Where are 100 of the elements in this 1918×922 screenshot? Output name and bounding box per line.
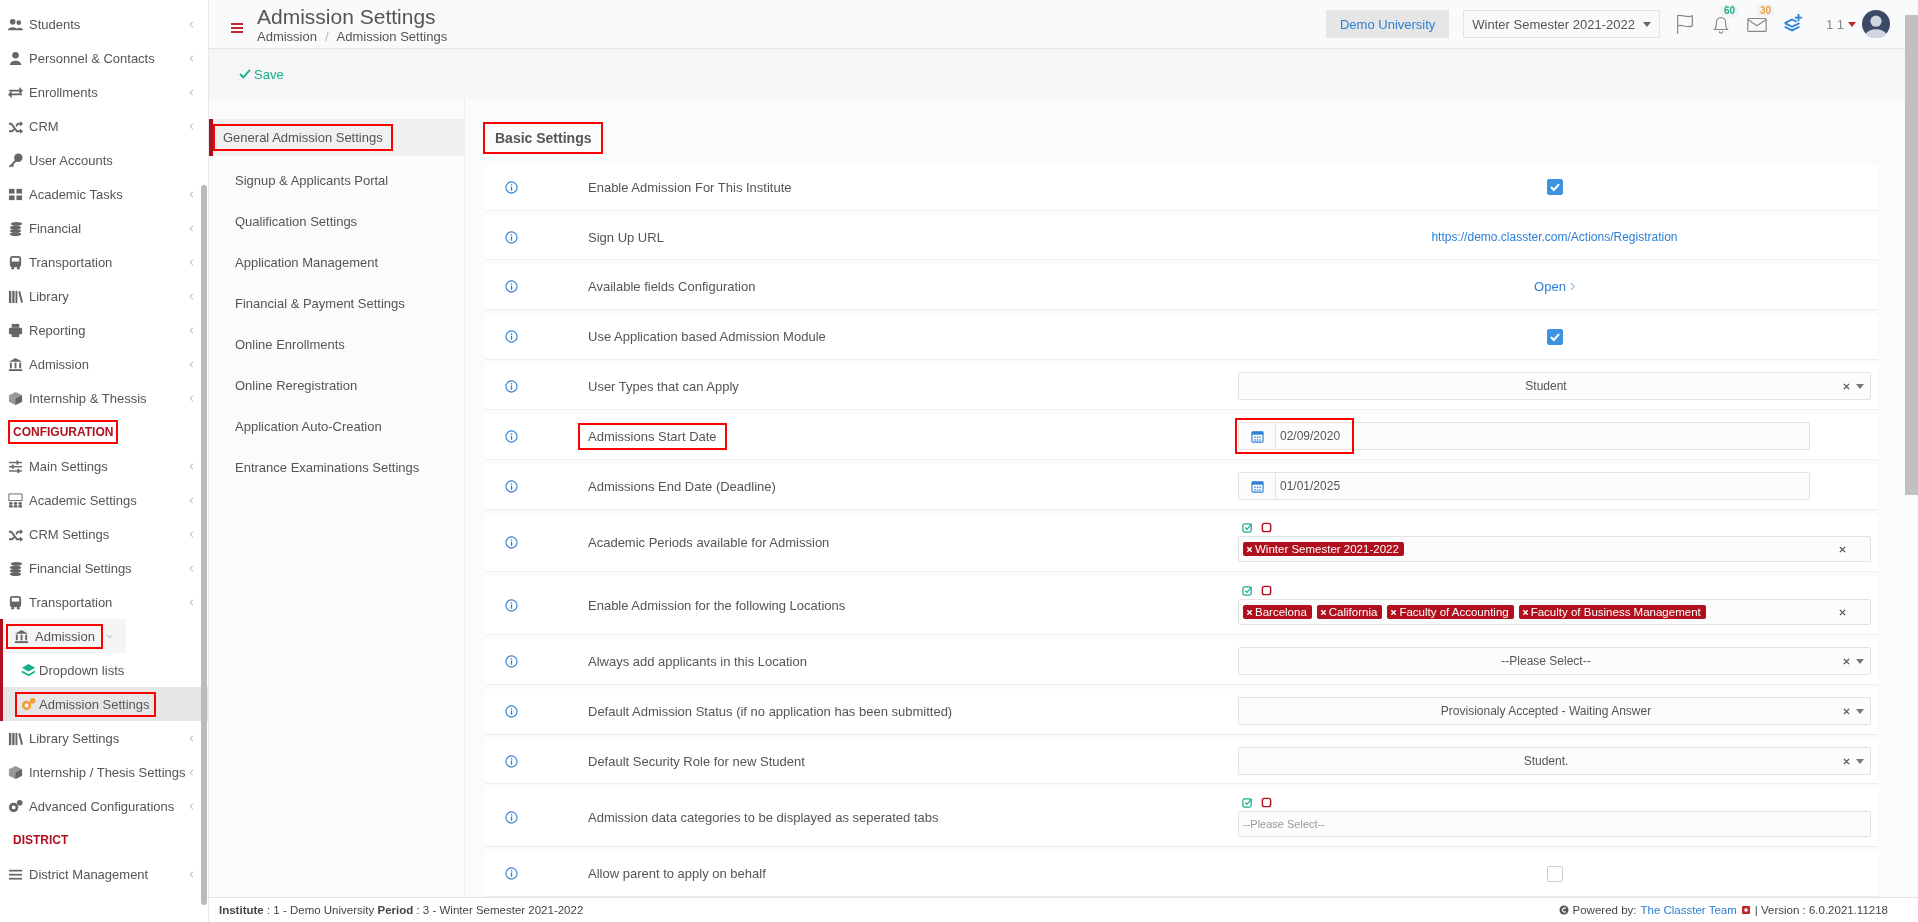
settings-menu-item[interactable]: Application Auto-Creation <box>209 406 464 447</box>
clear-icon[interactable] <box>1843 757 1850 765</box>
chevron-left-icon <box>187 869 196 879</box>
breadcrumb-item[interactable]: Admission <box>257 28 317 44</box>
clear-icon[interactable] <box>1843 707 1850 715</box>
settings-menu-item[interactable]: Online Reregistration <box>209 365 464 406</box>
team-link[interactable]: The Classter Team <box>1640 904 1737 916</box>
multi-select-field[interactable]: --Please Select-- <box>1238 811 1871 838</box>
selected-tag[interactable]: Faculty of Business Management <box>1518 605 1706 620</box>
sidebar-item[interactable]: CRM Settings <box>0 517 208 551</box>
people-icon <box>8 16 23 32</box>
sidebar-item[interactable]: Academic Settings <box>0 483 208 517</box>
avatar-icon[interactable] <box>1862 10 1890 38</box>
select-field[interactable]: Student <box>1238 372 1871 401</box>
sidebar-heading: CONFIGURATION <box>10 422 117 442</box>
sidebar-item[interactable]: District Management <box>0 857 208 891</box>
chevron-left-icon <box>187 767 196 777</box>
info-icon[interactable] <box>505 180 518 194</box>
sidebar-item[interactable]: Transportation <box>0 245 208 279</box>
info-icon[interactable] <box>505 280 518 294</box>
sidebar-item[interactable]: CRM <box>0 109 208 143</box>
select-all-icon[interactable] <box>1242 522 1253 534</box>
clear-icon[interactable] <box>1839 608 1846 616</box>
remove-icon[interactable] <box>1319 608 1327 616</box>
info-icon[interactable] <box>505 330 518 344</box>
settings-menu-item[interactable]: Financial & Payment Settings <box>209 283 464 324</box>
deselect-all-icon[interactable] <box>1261 797 1272 809</box>
selected-tag[interactable]: Barcelona <box>1243 605 1312 620</box>
remove-icon[interactable] <box>1390 608 1398 616</box>
clear-icon[interactable] <box>1843 382 1850 390</box>
menu-icon[interactable] <box>231 22 243 34</box>
setting-label: Enable Admission for the following Locations <box>587 596 847 615</box>
scrollbar[interactable] <box>1905 15 1918 495</box>
info-icon[interactable] <box>505 867 518 881</box>
url-link[interactable]: https://demo.classter.com/Actions/Registration <box>1431 230 1678 245</box>
sidebar-item[interactable]: Students <box>0 7 208 41</box>
sidebar-item[interactable]: Personnel & Contacts <box>0 41 208 75</box>
multi-select-field[interactable]: Barcelona California Faculty of Accounting Faculty of Business Management <box>1238 599 1871 626</box>
sidebar-item[interactable]: Library Settings <box>0 721 208 755</box>
deselect-all-icon[interactable] <box>1261 522 1272 534</box>
select-field[interactable]: Provisionaly Accepted - Waiting Answer <box>1238 697 1871 726</box>
sidebar-item[interactable]: Library <box>0 279 208 313</box>
info-icon[interactable] <box>505 479 518 493</box>
remove-icon[interactable] <box>1246 545 1253 553</box>
chevron-left-icon <box>187 563 196 573</box>
info-icon[interactable] <box>505 230 518 244</box>
clear-icon[interactable] <box>1839 545 1846 553</box>
clear-icon[interactable] <box>1843 657 1850 665</box>
sidebar-item[interactable]: Internship / Thesis Settings <box>0 755 208 789</box>
info-icon[interactable] <box>505 654 518 668</box>
sidebar-item[interactable]: Enrollments <box>0 75 208 109</box>
sidebar-item[interactable]: Advanced Configurations <box>0 789 208 823</box>
multi-select-field[interactable]: Winter Semester 2021-2022 <box>1238 536 1871 563</box>
sidebar-item[interactable]: Main Settings <box>0 449 208 483</box>
settings-menu-item[interactable]: Signup & Applicants Portal <box>209 160 464 201</box>
info-icon[interactable] <box>505 535 518 549</box>
info-icon[interactable] <box>505 598 518 612</box>
info-icon[interactable] <box>505 704 518 718</box>
deselect-all-icon[interactable] <box>1261 585 1272 597</box>
select-all-icon[interactable] <box>1242 797 1253 809</box>
sidebar-subitem[interactable]: Admission Settings <box>0 687 208 721</box>
calendar-icon[interactable] <box>1250 479 1264 493</box>
remove-icon[interactable] <box>1246 608 1253 616</box>
setting-label: Always add applicants in this Location <box>587 652 808 671</box>
sidebar-item[interactable]: Admission <box>0 347 208 381</box>
open-link[interactable]: Open <box>1534 279 1575 295</box>
sidebar-item[interactable]: Financial Settings <box>0 551 208 585</box>
remove-icon[interactable] <box>1521 608 1529 616</box>
checkbox[interactable] <box>1546 865 1563 882</box>
settings-menu-item[interactable]: Application Management <box>209 242 464 283</box>
info-icon[interactable] <box>505 810 518 824</box>
info-icon[interactable] <box>505 754 518 768</box>
info-icon[interactable] <box>505 379 518 393</box>
selected-tag[interactable]: Winter Semester 2021-2022 <box>1243 542 1404 557</box>
select-field[interactable]: --Please Select-- <box>1238 647 1871 676</box>
sidebar-item[interactable]: User Accounts <box>0 143 208 177</box>
settings-menu-item[interactable]: Entrance Examinations Settings <box>209 447 464 488</box>
notification-count: 30 <box>1755 4 1776 17</box>
period-dropdown[interactable]: Winter Semester 2021-2022 <box>1463 10 1660 38</box>
sidebar-item[interactable]: Transportation <box>0 585 208 619</box>
sidebar-item[interactable]: Admission <box>0 619 126 653</box>
version-label: | Version : 6.0.2021.11218 <box>1754 904 1888 916</box>
scrollbar[interactable] <box>201 185 207 905</box>
select-all-icon[interactable] <box>1242 585 1253 597</box>
sidebar-item[interactable]: Reporting <box>0 313 208 347</box>
calendar-icon[interactable] <box>1250 429 1264 443</box>
date-field[interactable]: 01/01/2025 <box>1238 472 1810 501</box>
select-field[interactable]: Student. <box>1238 747 1871 776</box>
selected-tag[interactable]: Faculty of Accounting <box>1387 605 1514 620</box>
settings-menu-item[interactable]: General Admission Settings <box>209 119 464 156</box>
selected-tag[interactable]: California <box>1316 605 1383 620</box>
sidebar-item[interactable]: Academic Tasks <box>0 177 208 211</box>
settings-menu-item[interactable]: Online Enrollments <box>209 324 464 365</box>
settings-menu-item[interactable]: Qualification Settings <box>209 201 464 242</box>
checkbox[interactable] <box>1546 179 1563 196</box>
shuffle-icon <box>8 118 23 134</box>
checkbox[interactable] <box>1546 328 1563 345</box>
sidebar-item[interactable]: Internship & Thessis <box>0 381 208 415</box>
sidebar-item[interactable]: Financial <box>0 211 208 245</box>
info-icon[interactable] <box>505 429 518 443</box>
